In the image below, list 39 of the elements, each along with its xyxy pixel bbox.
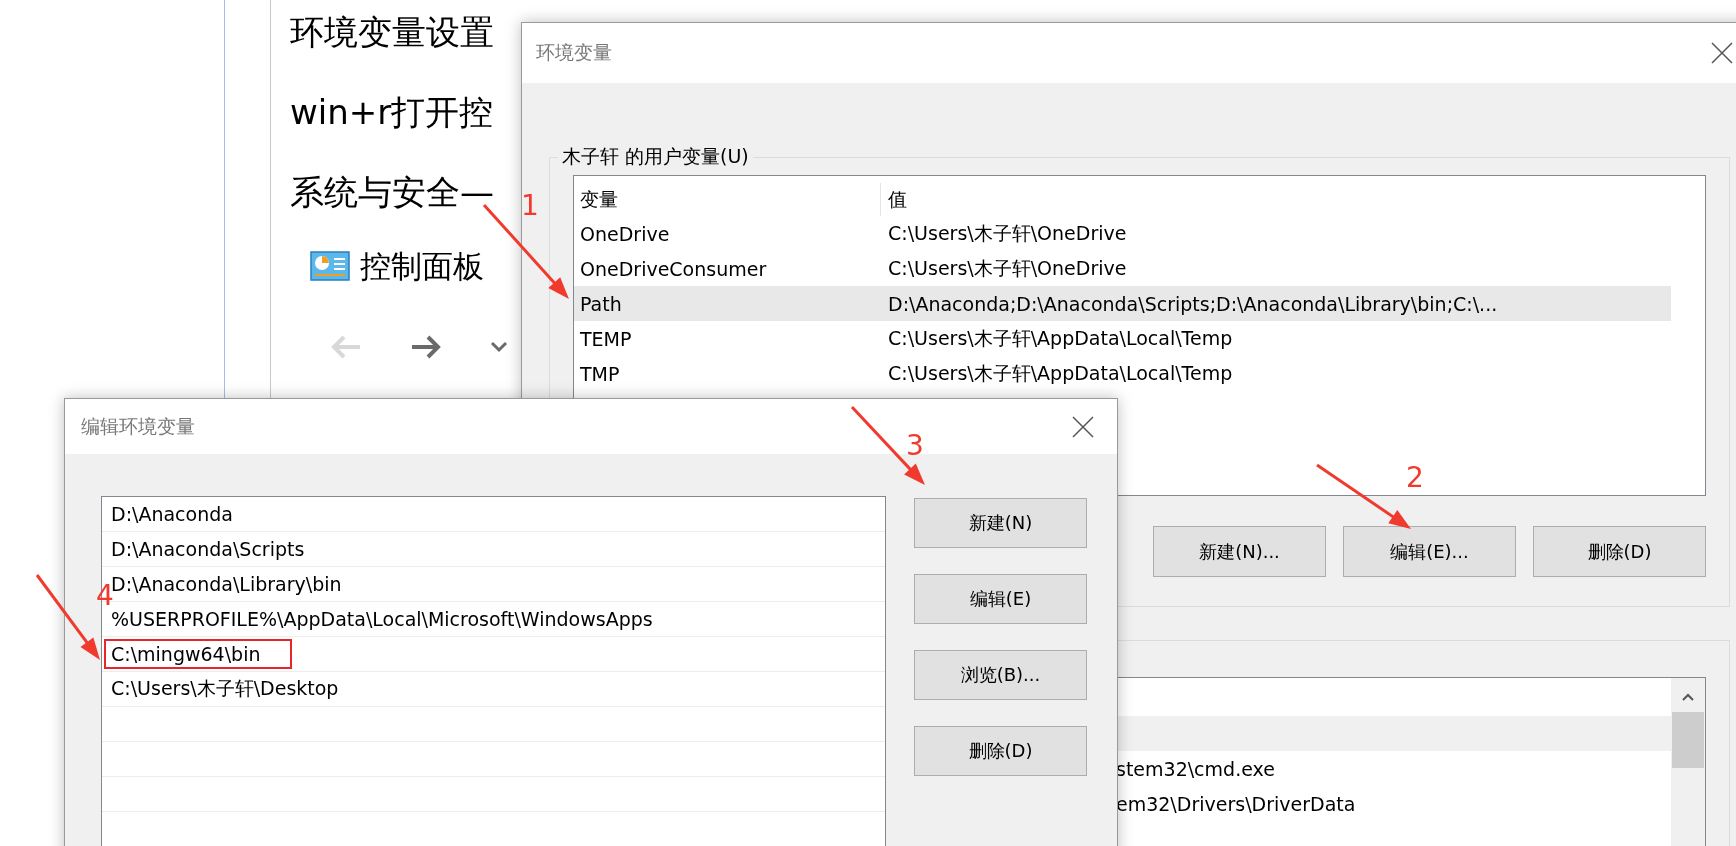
- dialog-button[interactable]: 编辑(E)...: [1343, 526, 1516, 577]
- dialog-button[interactable]: 新建(N): [914, 498, 1087, 548]
- column-header[interactable]: 值: [881, 186, 907, 213]
- path-entry[interactable]: D:\Anaconda\Scripts: [104, 534, 337, 564]
- window-title: 编辑环境变量: [81, 413, 195, 439]
- column-header[interactable]: 变量: [574, 183, 881, 216]
- dialog-button[interactable]: 浏览(B)...: [914, 650, 1087, 700]
- breadcrumb-label[interactable]: 控制面板: [360, 246, 484, 288]
- path-entry[interactable]: D:\Anaconda: [104, 499, 265, 529]
- variable-value: C:\Users\木子轩\OneDrive: [887, 220, 1127, 246]
- variable-name: Path: [579, 292, 623, 315]
- path-entry[interactable]: C:\Users\木子轩\Desktop: [104, 672, 371, 706]
- variable-value: C:\Users\木子轩\AppData\Local\Temp: [887, 360, 1233, 386]
- document-text: 环境变量设置: [290, 12, 495, 52]
- step-number: 1: [521, 190, 539, 222]
- variable-value: C:\Users\木子轩\OneDrive: [887, 255, 1127, 281]
- step-number: 3: [906, 430, 924, 462]
- step-number: 2: [1406, 462, 1424, 494]
- path-entry[interactable]: C:\mingw64\bin: [104, 639, 293, 669]
- dialog-button[interactable]: 新建(N)...: [1153, 526, 1326, 577]
- list-row[interactable]: OneDriveConsumer C:\Users\木子轩\OneDrive: [574, 251, 1671, 286]
- window-title: 环境变量: [536, 40, 612, 65]
- document-text: 系统与安全—: [290, 172, 495, 212]
- list-row[interactable]: OneDrive C:\Users\木子轩\OneDrive: [574, 216, 1671, 251]
- dialog-button[interactable]: 编辑(E): [914, 574, 1087, 624]
- path-entry[interactable]: %USERPROFILE%\AppData\Local\Microsoft\WindowsApps: [104, 604, 685, 634]
- document-text: win+r打开控: [290, 92, 495, 132]
- list-row[interactable]: TEMP C:\Users\木子轩\AppData\Local\Temp: [574, 321, 1671, 356]
- variable-value: D:\Anaconda;D:\Anaconda\Scripts;D:\Anaconda\Library\bin;C:\...: [887, 292, 1498, 315]
- list-row[interactable]: Path D:\Anaconda;D:\Anaconda\Scripts;D:\Anaconda\Library\bin;C:\...: [574, 286, 1671, 321]
- variable-name: TMP: [579, 362, 621, 385]
- variable-value: em32\Drivers\DriverData: [1116, 792, 1356, 815]
- variable-name: OneDriveConsumer: [579, 257, 768, 280]
- dialog-button[interactable]: 删除(D): [1533, 526, 1706, 577]
- variable-name: TEMP: [579, 327, 633, 350]
- list-row[interactable]: TMP C:\Users\木子轩\AppData\Local\Temp: [574, 356, 1671, 391]
- variable-value: C:\Users\木子轩\AppData\Local\Temp: [887, 325, 1233, 351]
- variable-name: OneDrive: [579, 222, 671, 245]
- dialog-button[interactable]: 删除(D): [914, 726, 1087, 776]
